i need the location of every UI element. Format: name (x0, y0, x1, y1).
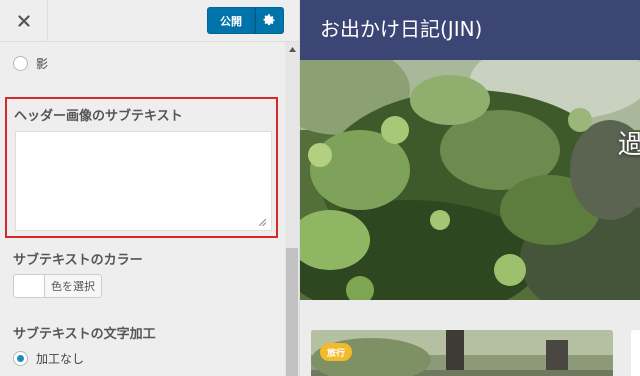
color-picker-button[interactable]: 色を選択 (13, 274, 102, 298)
shadow-option-label: 影 (36, 57, 49, 71)
site-preview: お出かけ日記(JIN) 過 旅行 (300, 0, 640, 376)
decoration-none-radio[interactable] (13, 351, 28, 366)
close-icon (17, 15, 30, 27)
publish-button[interactable]: 公開 (207, 7, 255, 34)
resize-grip-icon[interactable] (259, 219, 266, 226)
chevron-up-icon (288, 46, 296, 52)
header-subtext-preview: 過 (618, 130, 640, 160)
color-picker-label: 色を選択 (51, 280, 95, 293)
scrollbar-thumb[interactable] (286, 248, 298, 376)
decoration-none-option[interactable]: 加工なし (13, 350, 84, 367)
shrine-photo (311, 330, 613, 376)
article-card-image (311, 330, 613, 376)
decoration-none-label: 加工なし (36, 352, 85, 366)
category-badge[interactable]: 旅行 (320, 343, 353, 361)
foliage-photo (300, 60, 640, 300)
header-subtext-title: ヘッダー画像のサブテキスト (14, 109, 183, 124)
header-image: 過 (300, 60, 640, 300)
scroll-up-button[interactable] (285, 42, 299, 56)
color-swatch[interactable] (14, 275, 45, 297)
close-button[interactable] (0, 0, 48, 42)
shadow-option[interactable]: 影 (13, 55, 48, 72)
panel-header: 公開 (0, 0, 299, 42)
article-card[interactable]: 旅行 (311, 330, 613, 376)
header-subtext-textarea[interactable] (15, 131, 272, 231)
subtext-color-title: サブテキストのカラー (13, 253, 143, 268)
site-header: お出かけ日記(JIN) (300, 0, 640, 60)
site-title[interactable]: お出かけ日記(JIN) (320, 13, 482, 42)
publish-settings-button[interactable] (255, 7, 284, 34)
shadow-radio[interactable] (13, 56, 28, 71)
panel-scrollbar[interactable] (285, 42, 299, 376)
header-subtext-section: ヘッダー画像のサブテキスト (5, 97, 278, 238)
gear-icon (263, 14, 275, 26)
article-card-partial[interactable] (631, 330, 640, 376)
customizer-panel: 公開 影 ヘッダー画像のサブテキスト サブテキストのカラー 色を選択 サブテキス… (0, 0, 300, 376)
subtext-decoration-title: サブテキストの文字加工 (13, 327, 156, 342)
